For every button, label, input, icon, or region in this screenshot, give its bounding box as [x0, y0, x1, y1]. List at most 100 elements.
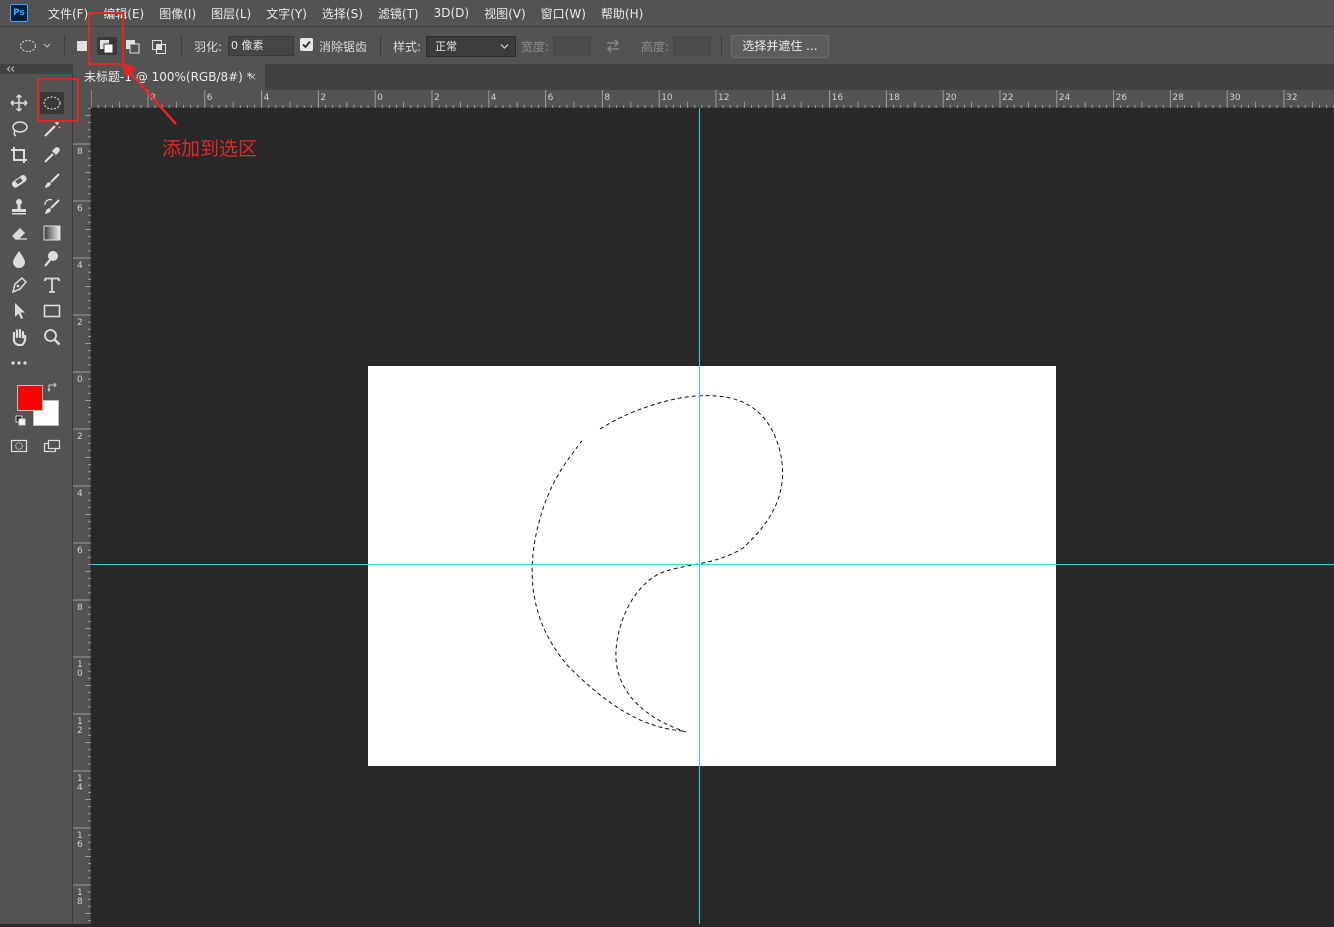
close-icon[interactable]: ×: [248, 64, 257, 90]
blur-icon: [13, 251, 25, 268]
vertical-ruler[interactable]: 8642024681012141618: [73, 107, 91, 924]
tool-preset-picker[interactable]: [18, 37, 52, 55]
menu-select[interactable]: 选择(S): [322, 5, 363, 22]
ruler-label: 8: [77, 147, 83, 157]
hand-tool[interactable]: [7, 326, 31, 348]
options-bar: 羽化: 0 像素 消除锯齿 样式: 正常 宽度: 高度: 选择并遮住 ...: [0, 26, 1334, 66]
horizontal-ruler[interactable]: 864202468101214161820222426283032: [90, 90, 1334, 108]
blur-tool[interactable]: [7, 248, 31, 270]
style-select-value: 正常: [435, 40, 457, 53]
eraser-icon: [12, 228, 27, 240]
ruler-label: 4: [77, 261, 83, 271]
style-select[interactable]: 正常: [426, 36, 516, 57]
zoom-tool[interactable]: [40, 326, 64, 348]
lasso-icon: [12, 121, 28, 137]
move-tool[interactable]: [7, 92, 31, 114]
history-brush-icon: [44, 198, 60, 214]
height-input[interactable]: [673, 36, 711, 56]
history-brush-tool[interactable]: [40, 196, 64, 218]
ruler-label: 6: [77, 546, 83, 556]
elliptical-marquee-preset-icon: [20, 40, 51, 52]
ruler-label: 12: [718, 93, 729, 103]
eyedropper-tool[interactable]: [40, 144, 64, 166]
ruler-label: 4: [77, 489, 83, 499]
swap-colors-button[interactable]: [47, 382, 59, 397]
menu-file[interactable]: 文件(F): [48, 5, 88, 22]
ruler-label: 2: [77, 432, 83, 442]
height-label: 高度:: [641, 40, 670, 54]
menu-layer[interactable]: 图层(L): [211, 5, 251, 22]
more-tools-icon: [11, 361, 27, 365]
subtract-from-selection-icon: [126, 40, 140, 54]
toolbox: [0, 74, 73, 924]
eraser-tool[interactable]: [7, 222, 31, 244]
ruler-label: 2: [77, 318, 83, 328]
ruler-label: 6: [77, 204, 83, 214]
ruler-label: 6: [548, 93, 554, 103]
path-selection-tool[interactable]: [7, 300, 31, 322]
menu-type[interactable]: 文字(Y): [266, 5, 307, 22]
antialias-checkbox[interactable]: [300, 38, 313, 51]
width-input[interactable]: [553, 36, 591, 56]
ruler-label: 20: [945, 93, 957, 103]
ruler-label: 16: [832, 93, 844, 103]
crop-tool[interactable]: [7, 144, 31, 166]
gradient-tool[interactable]: [40, 222, 64, 244]
ruler-label: 18: [888, 93, 900, 103]
rectangle-icon: [43, 304, 61, 318]
ruler-label: 32: [1286, 93, 1297, 103]
ruler-label: 8: [77, 897, 83, 907]
foreground-color-swatch[interactable]: [17, 385, 43, 411]
menu-help[interactable]: 帮助(H): [601, 5, 643, 22]
quick-mask-button[interactable]: [7, 435, 31, 457]
menu-3d[interactable]: 3D(D): [434, 6, 469, 20]
eyedropper-icon: [44, 147, 60, 163]
dodge-tool[interactable]: [40, 248, 64, 270]
brush-tool[interactable]: [40, 170, 64, 192]
document-canvas[interactable]: [368, 366, 1056, 766]
type-tool[interactable]: [40, 274, 64, 296]
edit-toolbar-button[interactable]: [7, 352, 31, 374]
menu-view[interactable]: 视图(V): [484, 5, 526, 22]
rectangle-tool[interactable]: [40, 300, 64, 322]
width-label: 宽度:: [521, 40, 550, 54]
select-and-mask-button[interactable]: 选择并遮住 ...: [731, 35, 829, 58]
menu-image[interactable]: 图像(I): [159, 5, 196, 22]
menu-window[interactable]: 窗口(W): [541, 5, 586, 22]
ruler-label: 4: [491, 93, 497, 103]
ruler-label: 24: [1059, 93, 1071, 103]
vertical-guide[interactable]: [699, 108, 700, 924]
clone-stamp-tool[interactable]: [7, 196, 31, 218]
screen-mode-button[interactable]: [40, 435, 64, 457]
swap-width-height-button[interactable]: [603, 37, 623, 55]
ruler-label: 0: [77, 375, 83, 385]
horizontal-guide[interactable]: [91, 564, 1334, 565]
ruler-label: 26: [1116, 93, 1128, 103]
ruler-label: 30: [1229, 93, 1241, 103]
intersect-selection-button[interactable]: [149, 37, 169, 55]
feather-input[interactable]: 0 像素: [228, 36, 294, 56]
toolbox-collapse-bar[interactable]: [0, 64, 73, 74]
path-selection-icon: [15, 303, 25, 319]
annotation-highlight-add-selection: [88, 12, 124, 65]
checkmark-icon: [302, 40, 311, 49]
annotation-highlight-marquee-tool: [37, 78, 79, 122]
default-colors-button[interactable]: [15, 415, 27, 430]
menu-filter[interactable]: 滤镜(T): [378, 5, 419, 22]
brush-icon: [45, 173, 60, 188]
annotation-label: 添加到选区: [162, 138, 258, 160]
annotation-arrow-icon: [121, 62, 177, 125]
crop-icon: [11, 147, 27, 163]
ruler-label: 2: [434, 93, 440, 103]
canvas-area[interactable]: [91, 108, 1334, 924]
healing-brush-tool[interactable]: [7, 170, 31, 192]
lasso-tool[interactable]: [7, 118, 31, 140]
magic-wand-icon: [44, 121, 61, 137]
selection-marching-ants: [531, 395, 784, 733]
pen-tool[interactable]: [7, 274, 31, 296]
gradient-icon: [43, 225, 61, 241]
vertical-ruler-ticks: 8642024681012141618: [73, 107, 91, 922]
style-label: 样式:: [393, 40, 422, 54]
zoom-icon: [44, 329, 61, 346]
subtract-from-selection-button[interactable]: [123, 37, 143, 55]
